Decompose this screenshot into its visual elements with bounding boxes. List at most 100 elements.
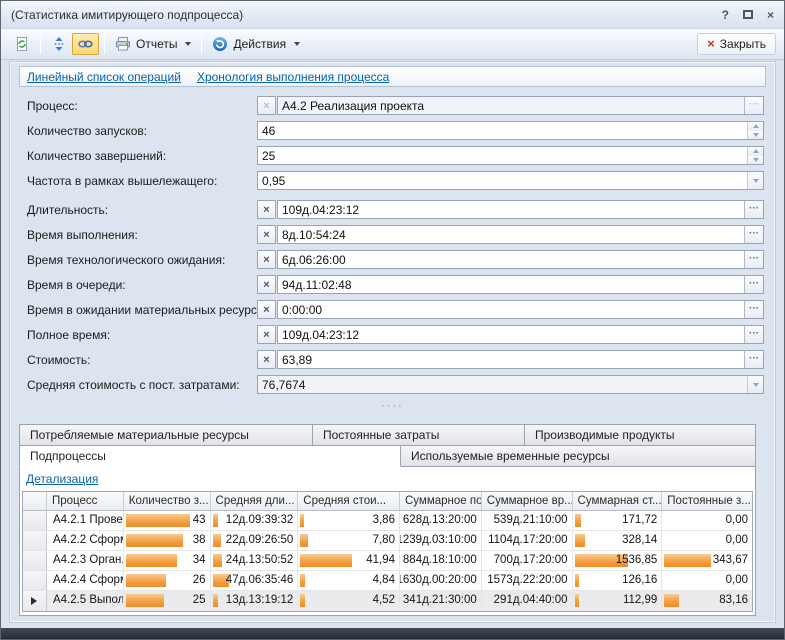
clear-field-button[interactable]: ×	[257, 275, 276, 294]
frequency-field[interactable]: 0,95	[257, 171, 764, 190]
queue-time-field[interactable]: 94д.11:02:48 ···	[277, 275, 764, 294]
field-value: 8д.10:54:24	[278, 228, 744, 242]
ellipsis-button[interactable]: ···	[744, 326, 763, 343]
field-label: Время технологического ожидания:	[27, 253, 257, 267]
cell-process: A4.2.3 Орган...	[47, 551, 124, 570]
duration-field[interactable]: 109д.04:23:12 ···	[277, 200, 764, 219]
table-row[interactable]: A4.2.4 Сформ... 26 47д.06:35:46 4,84 163…	[23, 571, 752, 591]
tech-wait-field[interactable]: 6д.06:26:00 ···	[277, 250, 764, 269]
field-label: Длительность:	[27, 203, 257, 217]
row-selector[interactable]	[23, 551, 47, 570]
field-value: A4.2 Реализация проекта	[278, 99, 744, 113]
launch-count-field[interactable]: 46	[257, 121, 764, 140]
tab-subprocesses[interactable]: Подпроцессы	[19, 445, 401, 467]
cell-total-full: 1630д.00:20:00	[400, 571, 482, 590]
linear-operations-link[interactable]: Линейный список операций	[27, 70, 181, 84]
cell-total-time: 1104д.17:20:00	[482, 531, 573, 550]
table-row[interactable]: A4.2.1 Прове... 43 12д.09:39:32 3,86 628…	[23, 511, 752, 531]
row-selector[interactable]	[23, 571, 47, 590]
link-mode-button[interactable]	[72, 33, 99, 55]
process-field: A4.2 Реализация проекта ···	[277, 96, 764, 115]
header-fixed-costs[interactable]: Постоянные з...	[662, 492, 752, 510]
cell-total-full: 341д.21:30:00	[400, 591, 482, 611]
header-total-full[interactable]: Суммарное по...	[400, 492, 482, 510]
cell-avg-duration: 47д.06:35:46	[211, 571, 299, 590]
cell-avg-cost: 41,94	[298, 551, 400, 570]
ellipsis-button[interactable]: ···	[744, 201, 763, 218]
field-label: Процесс:	[27, 99, 257, 113]
ellipsis-button[interactable]: ···	[744, 301, 763, 318]
cell-total-cost: 1536,85	[573, 551, 663, 570]
data-bar	[213, 514, 218, 527]
window-close-icon[interactable]: ×	[767, 9, 774, 21]
field-label: Полное время:	[27, 328, 257, 342]
row-selector-current[interactable]	[23, 591, 47, 611]
refresh-button[interactable]	[9, 33, 35, 55]
clear-field-button[interactable]: ×	[257, 300, 276, 319]
clear-field-button[interactable]: ×	[257, 200, 276, 219]
data-bar	[664, 594, 679, 607]
cell-avg-cost: 4,84	[298, 571, 400, 590]
full-time-field[interactable]: 109д.04:23:12 ···	[277, 325, 764, 344]
ellipsis-button[interactable]: ···	[744, 351, 763, 368]
tab-fixed-costs[interactable]: Постоянные затраты	[313, 424, 525, 446]
splitter-handle[interactable]: ····	[19, 400, 766, 414]
clear-field-button[interactable]: ×	[257, 250, 276, 269]
ellipsis-button[interactable]: ···	[744, 276, 763, 293]
cell-process: A4.2.2 Сформ...	[47, 531, 124, 550]
table-row-selected[interactable]: A4.2.5 Выпол... 25 13д.13:19:12 4,52 341…	[23, 591, 752, 611]
help-icon[interactable]: ?	[722, 9, 729, 21]
data-bar	[300, 514, 304, 527]
cell-total-cost: 171,72	[573, 511, 663, 530]
data-bar	[126, 554, 177, 567]
table-row[interactable]: A4.2.3 Орган... 34 24д.13:50:52 41,94 88…	[23, 551, 752, 571]
data-bar	[575, 514, 581, 527]
field-value: 109д.04:23:12	[278, 328, 744, 342]
fit-rows-button[interactable]	[46, 33, 72, 55]
field-value: 25	[258, 149, 747, 163]
ellipsis-button[interactable]: ···	[744, 226, 763, 243]
material-wait-field[interactable]: 0:00:00 ···	[277, 300, 764, 319]
field-label: Средняя стоимость с пост. затратами:	[27, 378, 257, 392]
tab-time-resources[interactable]: Используемые временные ресурсы	[401, 445, 756, 467]
header-avg-duration[interactable]: Средняя дли...	[211, 492, 299, 510]
process-chronology-link[interactable]: Хронология выполнения процесса	[197, 70, 389, 84]
links-bar: Линейный список операций Хронология выпо…	[19, 66, 766, 87]
data-bar	[300, 594, 305, 607]
completion-count-field[interactable]: 25	[257, 146, 764, 165]
reports-label: Отчеты	[136, 37, 177, 51]
clear-field-button[interactable]: ×	[257, 325, 276, 344]
reports-button[interactable]: Отчеты	[110, 33, 196, 55]
cell-count: 25	[124, 591, 211, 611]
subprocesses-tab-content: Детализация Процесс Количество з... Сред…	[19, 466, 756, 616]
actions-icon	[212, 36, 228, 52]
toolbar: Отчеты Действия × Закрыть	[1, 29, 784, 60]
tab-material-resources[interactable]: Потребляемые материальные ресурсы	[19, 424, 313, 446]
clear-field-button[interactable]: ×	[257, 225, 276, 244]
header-avg-cost[interactable]: Средняя стои...	[298, 492, 400, 510]
table-row[interactable]: A4.2.2 Сформ... 38 22д.09:26:50 7,80 123…	[23, 531, 752, 551]
detail-link[interactable]: Детализация	[26, 472, 98, 486]
header-total-cost[interactable]: Суммарная ст...	[573, 492, 663, 510]
form-row-cost: Стоимость: × 63,89 ···	[19, 350, 764, 369]
row-selector[interactable]	[23, 531, 47, 550]
header-total-time[interactable]: Суммарное вр...	[482, 492, 573, 510]
data-bar	[300, 574, 305, 587]
field-value: 109д.04:23:12	[278, 203, 744, 217]
header-count[interactable]: Количество з...	[124, 492, 211, 510]
form-row-process: Процесс: × A4.2 Реализация проекта ···	[19, 96, 764, 115]
actions-button[interactable]: Действия	[207, 33, 305, 55]
form-row-duration: Длительность: × 109д.04:23:12 ···	[19, 200, 764, 219]
ellipsis-button[interactable]: ···	[744, 251, 763, 268]
row-selector[interactable]	[23, 511, 47, 530]
tab-products[interactable]: Производимые продукты	[525, 424, 756, 446]
maximize-icon[interactable]	[743, 10, 753, 19]
exec-time-field[interactable]: 8д.10:54:24 ···	[277, 225, 764, 244]
form-row-queue-time: Время в очереди: × 94д.11:02:48 ···	[19, 275, 764, 294]
header-process[interactable]: Процесс	[47, 492, 124, 510]
close-button[interactable]: × Закрыть	[697, 33, 776, 55]
window-title: (Статистика имитирующего подпроцесса)	[11, 8, 243, 22]
clear-field-button[interactable]: ×	[257, 350, 276, 369]
dialog-window: (Статистика имитирующего подпроцесса) ? …	[0, 0, 785, 640]
cost-field[interactable]: 63,89 ···	[277, 350, 764, 369]
